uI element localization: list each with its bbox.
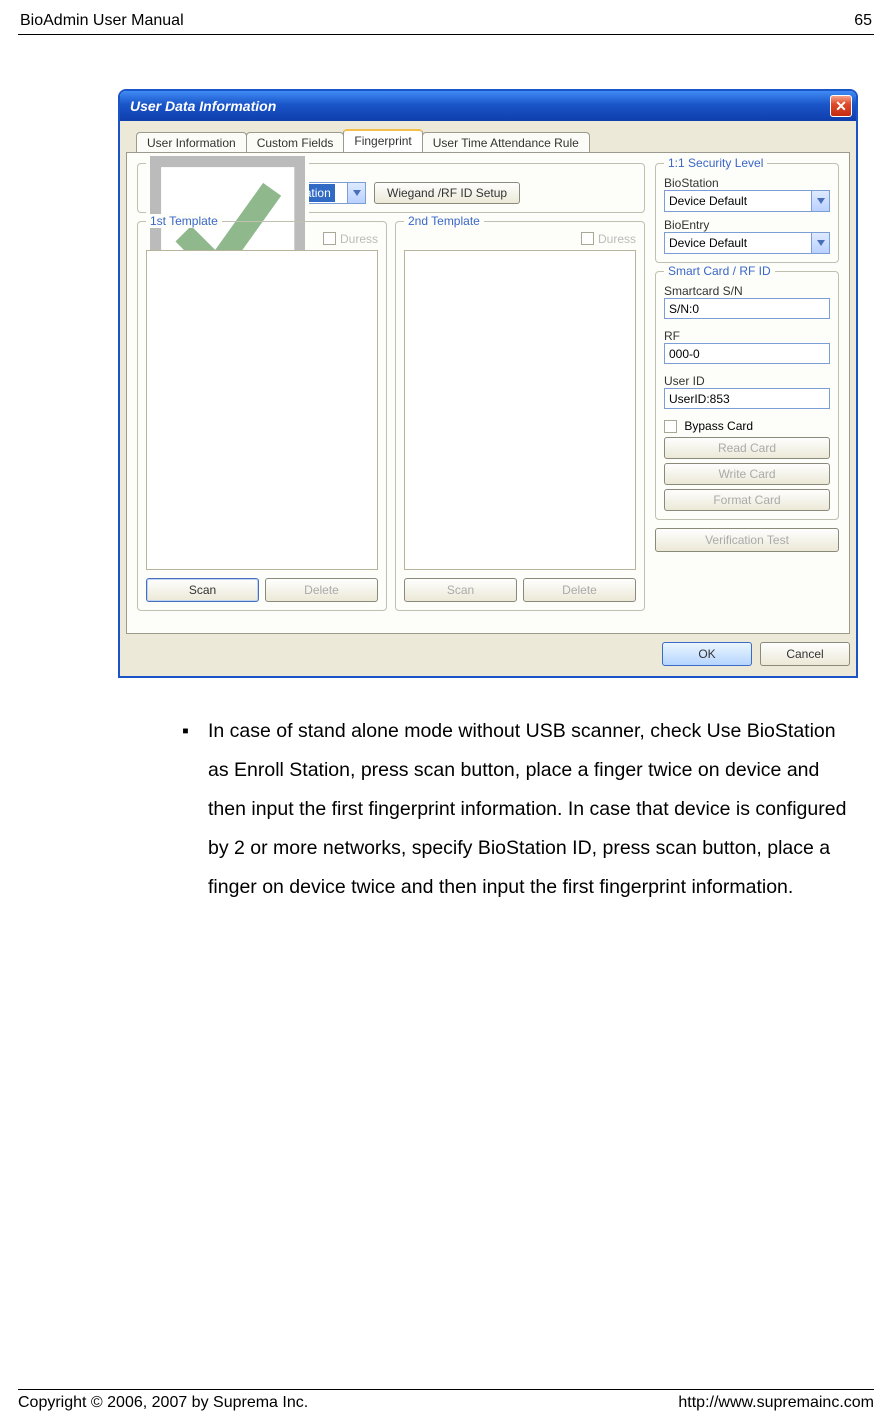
enroll-station-group: Use Device as Enroll Station Device ID [… bbox=[137, 163, 645, 213]
template-1-image bbox=[146, 250, 378, 570]
duress-label-2: Duress bbox=[598, 232, 636, 246]
biostation-value: Device Default bbox=[665, 194, 751, 208]
chevron-down-icon bbox=[347, 183, 365, 203]
template-2-group: 2nd Template Duress Scan Delete bbox=[395, 221, 645, 611]
tabs: User Information Custom Fields Fingerpri… bbox=[136, 129, 850, 152]
bioentry-label: BioEntry bbox=[664, 218, 830, 232]
bullet-text: In case of stand alone mode without USB … bbox=[208, 712, 854, 907]
page-header: BioAdmin User Manual 65 bbox=[18, 12, 874, 35]
user-data-dialog: User Data Information ✕ User Information… bbox=[118, 89, 858, 678]
read-card-button[interactable]: Read Card bbox=[664, 437, 830, 459]
footer-left: Copyright © 2006, 2007 by Suprema Inc. bbox=[18, 1394, 308, 1412]
titlebar: User Data Information ✕ bbox=[120, 91, 856, 121]
bioentry-value: Device Default bbox=[665, 236, 751, 250]
template-2-duress: Duress bbox=[404, 232, 636, 246]
close-icon: ✕ bbox=[835, 99, 847, 113]
tab-user-information[interactable]: User Information bbox=[136, 132, 247, 153]
write-card-button[interactable]: Write Card bbox=[664, 463, 830, 485]
body-text: ▪ In case of stand alone mode without US… bbox=[182, 712, 854, 907]
verification-test-button[interactable]: Verification Test bbox=[655, 528, 839, 552]
delete-button-2[interactable]: Delete bbox=[523, 578, 636, 602]
right-column: 1:1 Security Level BioStation Device Def… bbox=[655, 163, 839, 619]
duress-checkbox-2[interactable] bbox=[581, 232, 594, 245]
tab-panel-fingerprint: Use Device as Enroll Station Device ID [… bbox=[126, 152, 850, 634]
delete-button-1[interactable]: Delete bbox=[265, 578, 378, 602]
userid-field[interactable]: UserID:853 bbox=[664, 388, 830, 409]
dialog-body: User Information Custom Fields Fingerpri… bbox=[120, 121, 856, 676]
smartcard-sn-label: Smartcard S/N bbox=[664, 284, 830, 298]
rf-label: RF bbox=[664, 329, 830, 343]
format-card-button[interactable]: Format Card bbox=[664, 489, 830, 511]
userid-label: User ID bbox=[664, 374, 830, 388]
bioentry-select[interactable]: Device Default bbox=[664, 232, 830, 254]
dialog-footer-buttons: OK Cancel bbox=[126, 642, 850, 666]
templates-row: 1st Template Duress Scan Delete bbox=[137, 221, 645, 619]
cancel-button[interactable]: Cancel bbox=[760, 642, 850, 666]
left-column: Use Device as Enroll Station Device ID [… bbox=[137, 163, 645, 619]
dialog-title: User Data Information bbox=[130, 98, 276, 114]
chevron-down-icon bbox=[811, 233, 829, 253]
smartcard-group-label: Smart Card / RF ID bbox=[664, 264, 775, 278]
duress-label-1: Duress bbox=[340, 232, 378, 246]
rf-field[interactable]: 000-0 bbox=[664, 343, 830, 364]
security-level-group: 1:1 Security Level BioStation Device Def… bbox=[655, 163, 839, 263]
security-level-label: 1:1 Security Level bbox=[664, 156, 767, 170]
chevron-down-icon bbox=[811, 191, 829, 211]
header-left: BioAdmin User Manual bbox=[20, 12, 184, 30]
smartcard-group: Smart Card / RF ID Smartcard S/N S/N:0 R… bbox=[655, 271, 839, 520]
template-2-label: 2nd Template bbox=[404, 214, 484, 228]
biostation-label: BioStation bbox=[664, 176, 830, 190]
bypass-card-checkbox[interactable] bbox=[664, 420, 677, 433]
template-2-image bbox=[404, 250, 636, 570]
ok-button[interactable]: OK bbox=[662, 642, 752, 666]
footer-right: http://www.supremainc.com bbox=[678, 1394, 874, 1412]
bypass-card-row: Bypass Card bbox=[664, 419, 830, 433]
page-number: 65 bbox=[854, 12, 872, 30]
bypass-card-label: Bypass Card bbox=[684, 419, 753, 433]
tab-user-tar[interactable]: User Time Attendance Rule bbox=[422, 132, 590, 153]
page-footer: Copyright © 2006, 2007 by Suprema Inc. h… bbox=[18, 1389, 874, 1412]
template-1-label: 1st Template bbox=[146, 214, 222, 228]
template-1-group: 1st Template Duress Scan Delete bbox=[137, 221, 387, 611]
scan-button-2[interactable]: Scan bbox=[404, 578, 517, 602]
smartcard-sn-field[interactable]: S/N:0 bbox=[664, 298, 830, 319]
close-button[interactable]: ✕ bbox=[830, 95, 852, 117]
tab-custom-fields[interactable]: Custom Fields bbox=[246, 132, 345, 153]
scan-button-1[interactable]: Scan bbox=[146, 578, 259, 602]
template-1-duress: Duress bbox=[146, 232, 378, 246]
bullet-item: ▪ In case of stand alone mode without US… bbox=[182, 712, 854, 907]
biostation-select[interactable]: Device Default bbox=[664, 190, 830, 212]
wiegand-rfid-setup-button[interactable]: Wiegand /RF ID Setup bbox=[374, 182, 520, 204]
tab-fingerprint[interactable]: Fingerprint bbox=[343, 129, 422, 152]
duress-checkbox-1[interactable] bbox=[323, 232, 336, 245]
dialog-container: User Data Information ✕ User Information… bbox=[118, 89, 874, 678]
bullet-icon: ▪ bbox=[182, 712, 208, 907]
